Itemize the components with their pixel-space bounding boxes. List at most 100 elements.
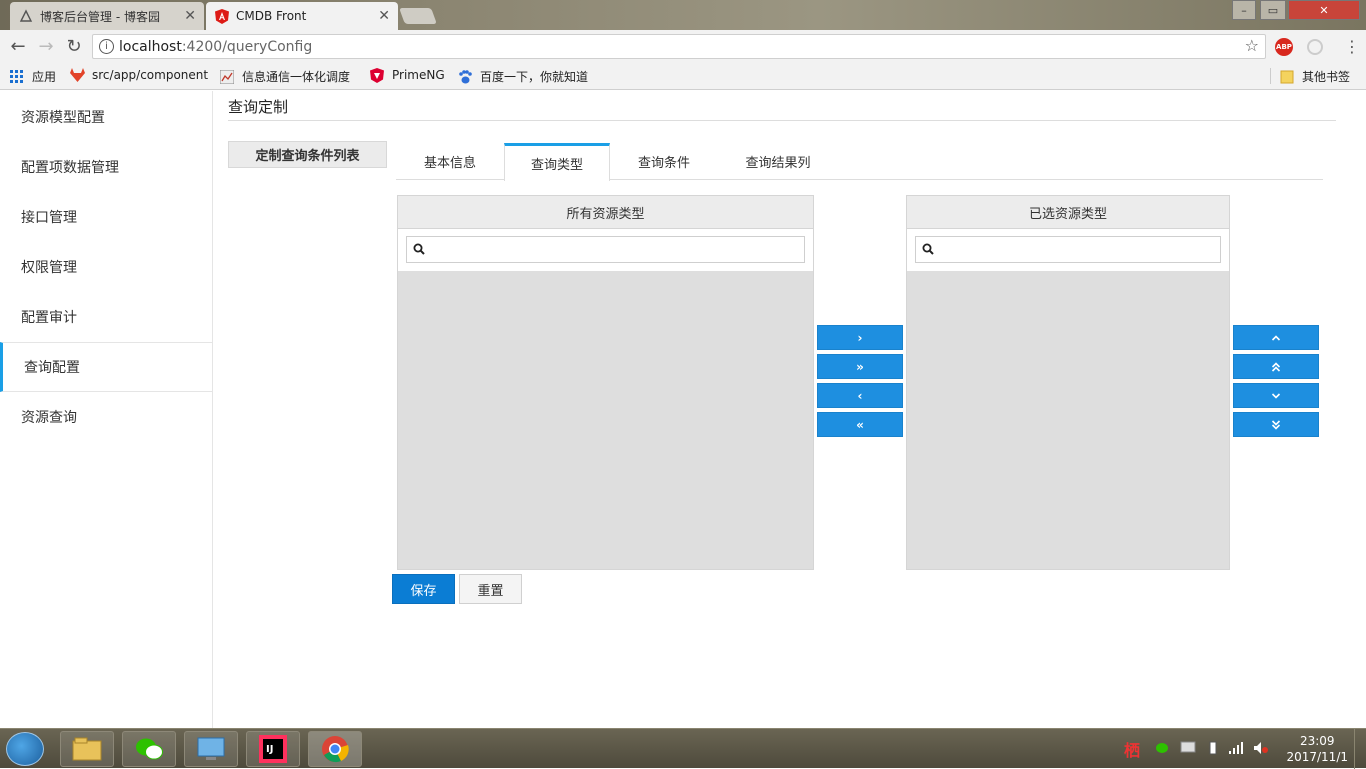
sidebar-item-permission[interactable]: 权限管理 (0, 242, 212, 292)
volume-muted-icon[interactable] (1253, 741, 1269, 755)
reset-button[interactable]: 重置 (459, 574, 522, 604)
source-picklist: 所有资源类型 (397, 195, 814, 570)
chart-icon (220, 69, 235, 84)
sidebar-item-audit[interactable]: 配置审计 (0, 292, 212, 342)
browser-tab-title: 博客后台管理 - 博客园 (40, 9, 160, 24)
show-desktop-button[interactable] (1354, 729, 1366, 769)
move-bottom-button[interactable] (1233, 412, 1319, 437)
taskbar-explorer[interactable] (60, 731, 114, 767)
source-list-header: 所有资源类型 (398, 196, 813, 229)
ime-icon[interactable]: 栖 (1124, 737, 1140, 760)
sidebar-item-ci-data[interactable]: 配置项数据管理 (0, 142, 212, 192)
new-tab-button[interactable] (399, 8, 437, 24)
taskbar-wechat[interactable] (122, 731, 176, 767)
tab-result-columns[interactable]: 查询结果列 (718, 143, 838, 180)
start-button[interactable] (6, 732, 44, 766)
tab-query-conditions[interactable]: 查询条件 (610, 143, 718, 180)
close-icon[interactable]: ✕ (378, 8, 390, 24)
sidebar-item-resource-model[interactable]: 资源模型配置 (0, 92, 212, 142)
bookmark-label: 信息通信一体化调度 (242, 70, 351, 84)
window-close-button[interactable]: ✕ (1288, 0, 1360, 20)
system-clock[interactable]: 23:09 2017/11/1 (1286, 733, 1348, 765)
clock-date: 2017/11/1 (1286, 750, 1348, 764)
browser-toolbar: ← → ↻ i localhost:4200/queryConfig ☆ ABP… (0, 30, 1366, 62)
bookmark-baidu[interactable]: 百度一下，你就知道 (458, 68, 588, 85)
move-top-button[interactable] (1233, 354, 1319, 379)
bookmark-primeng[interactable]: PrimeNG (370, 68, 445, 83)
move-all-right-button[interactable]: » (817, 354, 903, 379)
battery-icon[interactable] (1205, 741, 1221, 755)
target-list[interactable] (907, 271, 1229, 569)
bookmark-label: 百度一下，你就知道 (480, 70, 589, 84)
query-condition-list-tab[interactable]: 定制查询条件列表 (228, 141, 387, 168)
bookmark-gitlab[interactable]: src/app/component (70, 68, 210, 82)
url-path: :4200/queryConfig (181, 38, 313, 55)
apps-grid-icon (10, 69, 24, 84)
back-arrow-icon[interactable]: ← (8, 36, 28, 57)
tab-basic-info[interactable]: 基本信息 (396, 143, 504, 180)
browser-tab-cmdb[interactable]: CMDB Front ✕ (206, 2, 398, 30)
blog-favicon-icon (18, 8, 34, 24)
target-filter-box (915, 236, 1221, 263)
sidebar-item-label: 配置项数据管理 (21, 160, 119, 176)
signal-icon[interactable] (1228, 741, 1244, 755)
taskbar-intellij[interactable]: IJ (246, 731, 300, 767)
sidebar-item-query-config[interactable]: 查询配置 (0, 342, 212, 392)
save-button[interactable]: 保存 (392, 574, 455, 604)
taskbar-remote-desktop[interactable] (184, 731, 238, 767)
restore-button[interactable]: ▭ (1260, 0, 1286, 20)
move-right-button[interactable]: › (817, 325, 903, 350)
wechat-tray-icon[interactable] (1155, 741, 1171, 755)
move-up-button[interactable] (1233, 325, 1319, 350)
bookmark-star-icon[interactable]: ☆ (1245, 36, 1259, 55)
intellij-icon: IJ (259, 735, 287, 763)
reload-icon[interactable]: ↻ (64, 36, 84, 57)
move-all-left-button[interactable]: « (817, 412, 903, 437)
tab-bar: 基本信息 查询类型 查询条件 查询结果列 (396, 143, 1323, 181)
bookmark-apps[interactable]: 应用 (10, 68, 56, 85)
primeng-shield-icon (370, 68, 384, 83)
title-divider (228, 120, 1336, 121)
close-icon[interactable]: ✕ (184, 8, 196, 24)
angular-favicon-icon (214, 8, 230, 24)
sidebar-item-label: 资源模型配置 (21, 110, 105, 126)
clock-time: 23:09 (1299, 734, 1335, 748)
sidebar-item-label: 资源查询 (21, 410, 77, 426)
tab-query-type[interactable]: 查询类型 (504, 143, 610, 181)
chrome-icon (322, 736, 349, 763)
forward-arrow-icon[interactable]: → (36, 36, 56, 57)
baidu-paw-icon (458, 69, 472, 84)
source-filter-input[interactable] (407, 237, 804, 262)
source-filter-box (406, 236, 805, 263)
target-filter (907, 229, 1229, 271)
target-filter-input[interactable] (916, 237, 1220, 262)
address-bar[interactable]: i localhost:4200/queryConfig ☆ (92, 34, 1266, 59)
page-title: 查询定制 (228, 98, 289, 116)
source-list[interactable] (398, 271, 813, 569)
adblock-icon[interactable]: ABP (1275, 38, 1293, 56)
bookmark-label: 其他书签 (1302, 70, 1351, 84)
sidebar-item-label: 查询配置 (24, 360, 80, 376)
network-tray-icon[interactable] (1180, 741, 1196, 755)
chevron-up-icon (1271, 334, 1281, 341)
bookmark-dispatch[interactable]: 信息通信一体化调度 (220, 68, 358, 85)
minimize-button[interactable]: – (1232, 0, 1256, 20)
folder-icon (1280, 70, 1294, 84)
browser-tab-strip: 博客后台管理 - 博客园 ✕ CMDB Front ✕ – ▭ ✕ (0, 0, 1366, 30)
extension-icon[interactable] (1307, 39, 1323, 55)
sidebar-item-resource-query[interactable]: 资源查询 (0, 392, 212, 442)
bookmark-other[interactable]: 其他书签 (1280, 68, 1350, 85)
sidebar-item-label: 权限管理 (21, 260, 77, 276)
target-picklist: 已选资源类型 (906, 195, 1230, 570)
move-left-button[interactable]: ‹ (817, 383, 903, 408)
bookmark-label: 应用 (32, 70, 57, 84)
url-host: localhost (119, 38, 182, 55)
menu-icon[interactable]: ⋮ (1344, 37, 1360, 56)
chevron-down-icon (1271, 392, 1281, 399)
move-down-button[interactable] (1233, 383, 1319, 408)
browser-tab-blog[interactable]: 博客后台管理 - 博客园 ✕ (10, 2, 204, 30)
source-filter (398, 229, 813, 271)
taskbar-chrome[interactable] (308, 731, 362, 767)
sidebar-item-interface[interactable]: 接口管理 (0, 192, 212, 242)
info-icon[interactable]: i (99, 39, 114, 54)
